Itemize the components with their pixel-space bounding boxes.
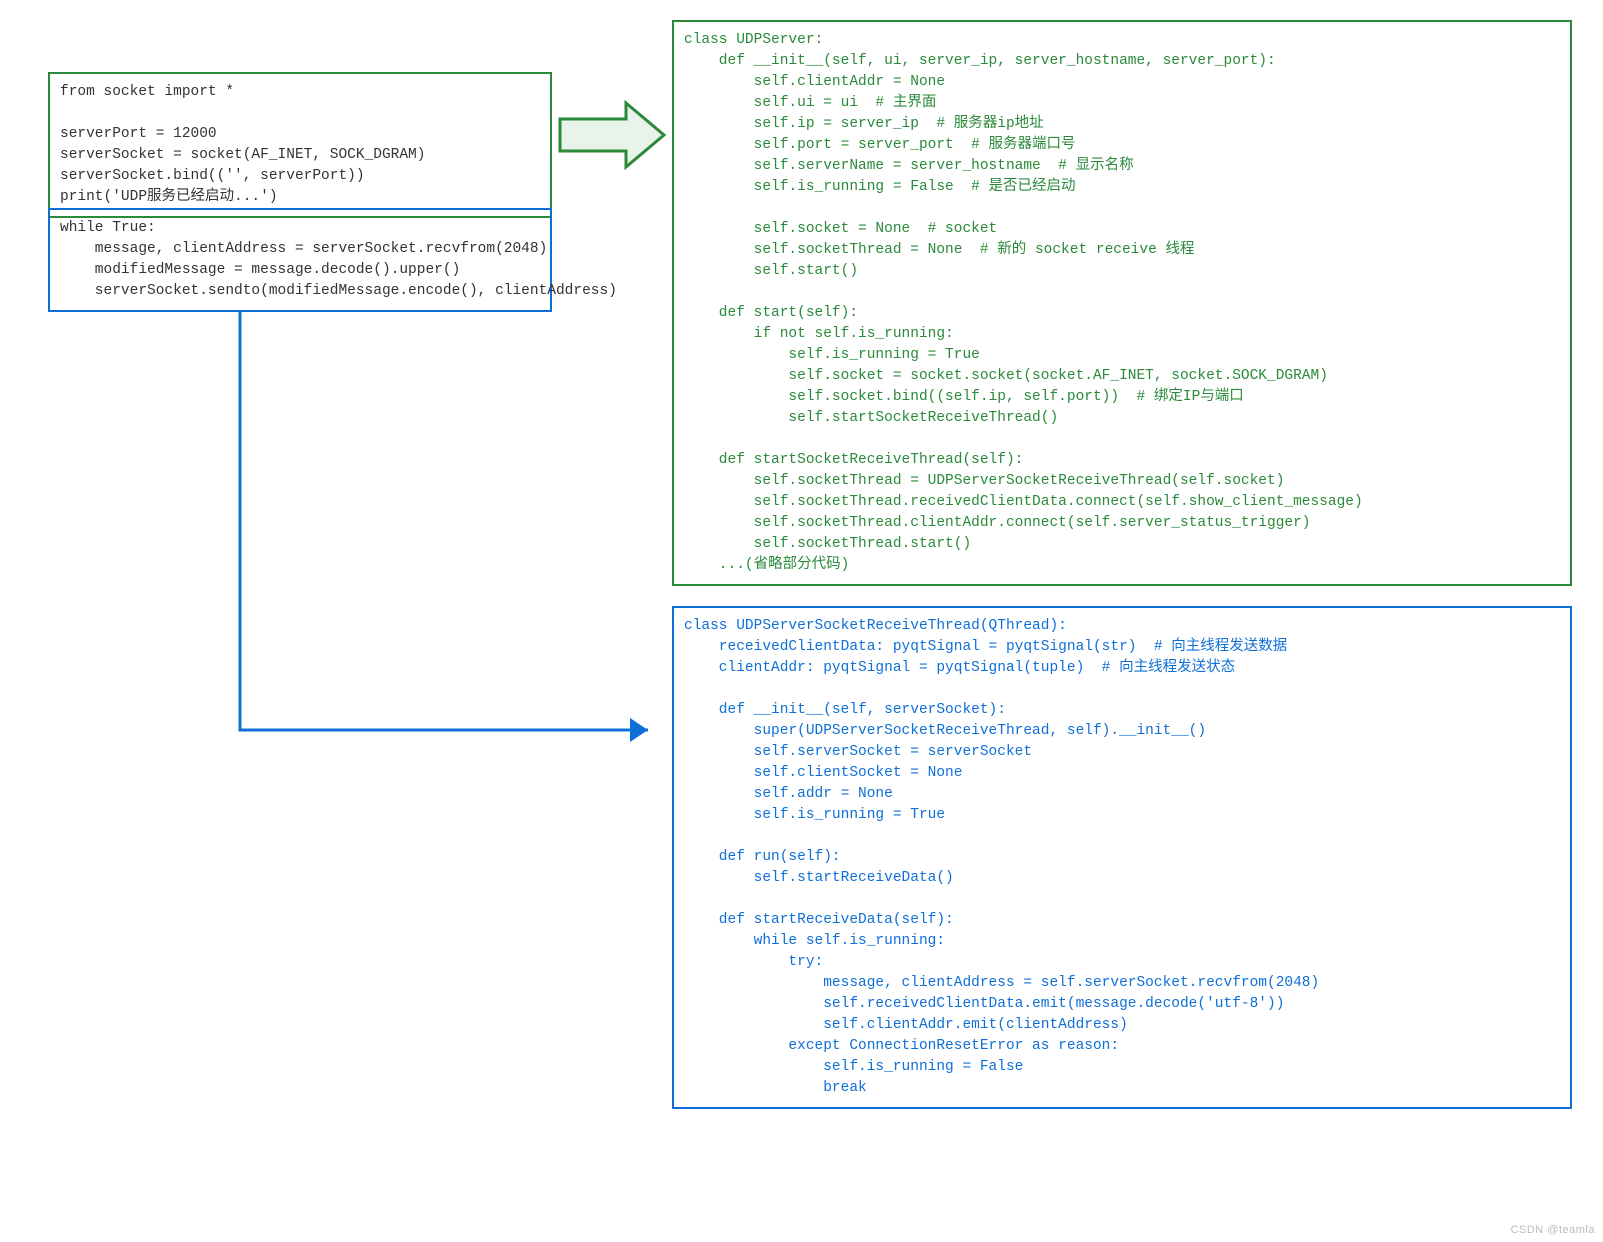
arrow-loop-to-thread-icon bbox=[200, 310, 680, 790]
code-block-original-loop: while True: message, clientAddress = ser… bbox=[48, 208, 552, 312]
arrow-setup-to-class-icon bbox=[556, 95, 668, 175]
watermark-text: CSDN @teamla bbox=[1511, 1224, 1595, 1236]
code-block-original-setup: from socket import * serverPort = 12000 … bbox=[48, 72, 552, 218]
code-block-udpserver-class: class UDPServer: def __init__(self, ui, … bbox=[672, 20, 1572, 586]
code-block-receive-thread-class: class UDPServerSocketReceiveThread(QThre… bbox=[672, 606, 1572, 1109]
